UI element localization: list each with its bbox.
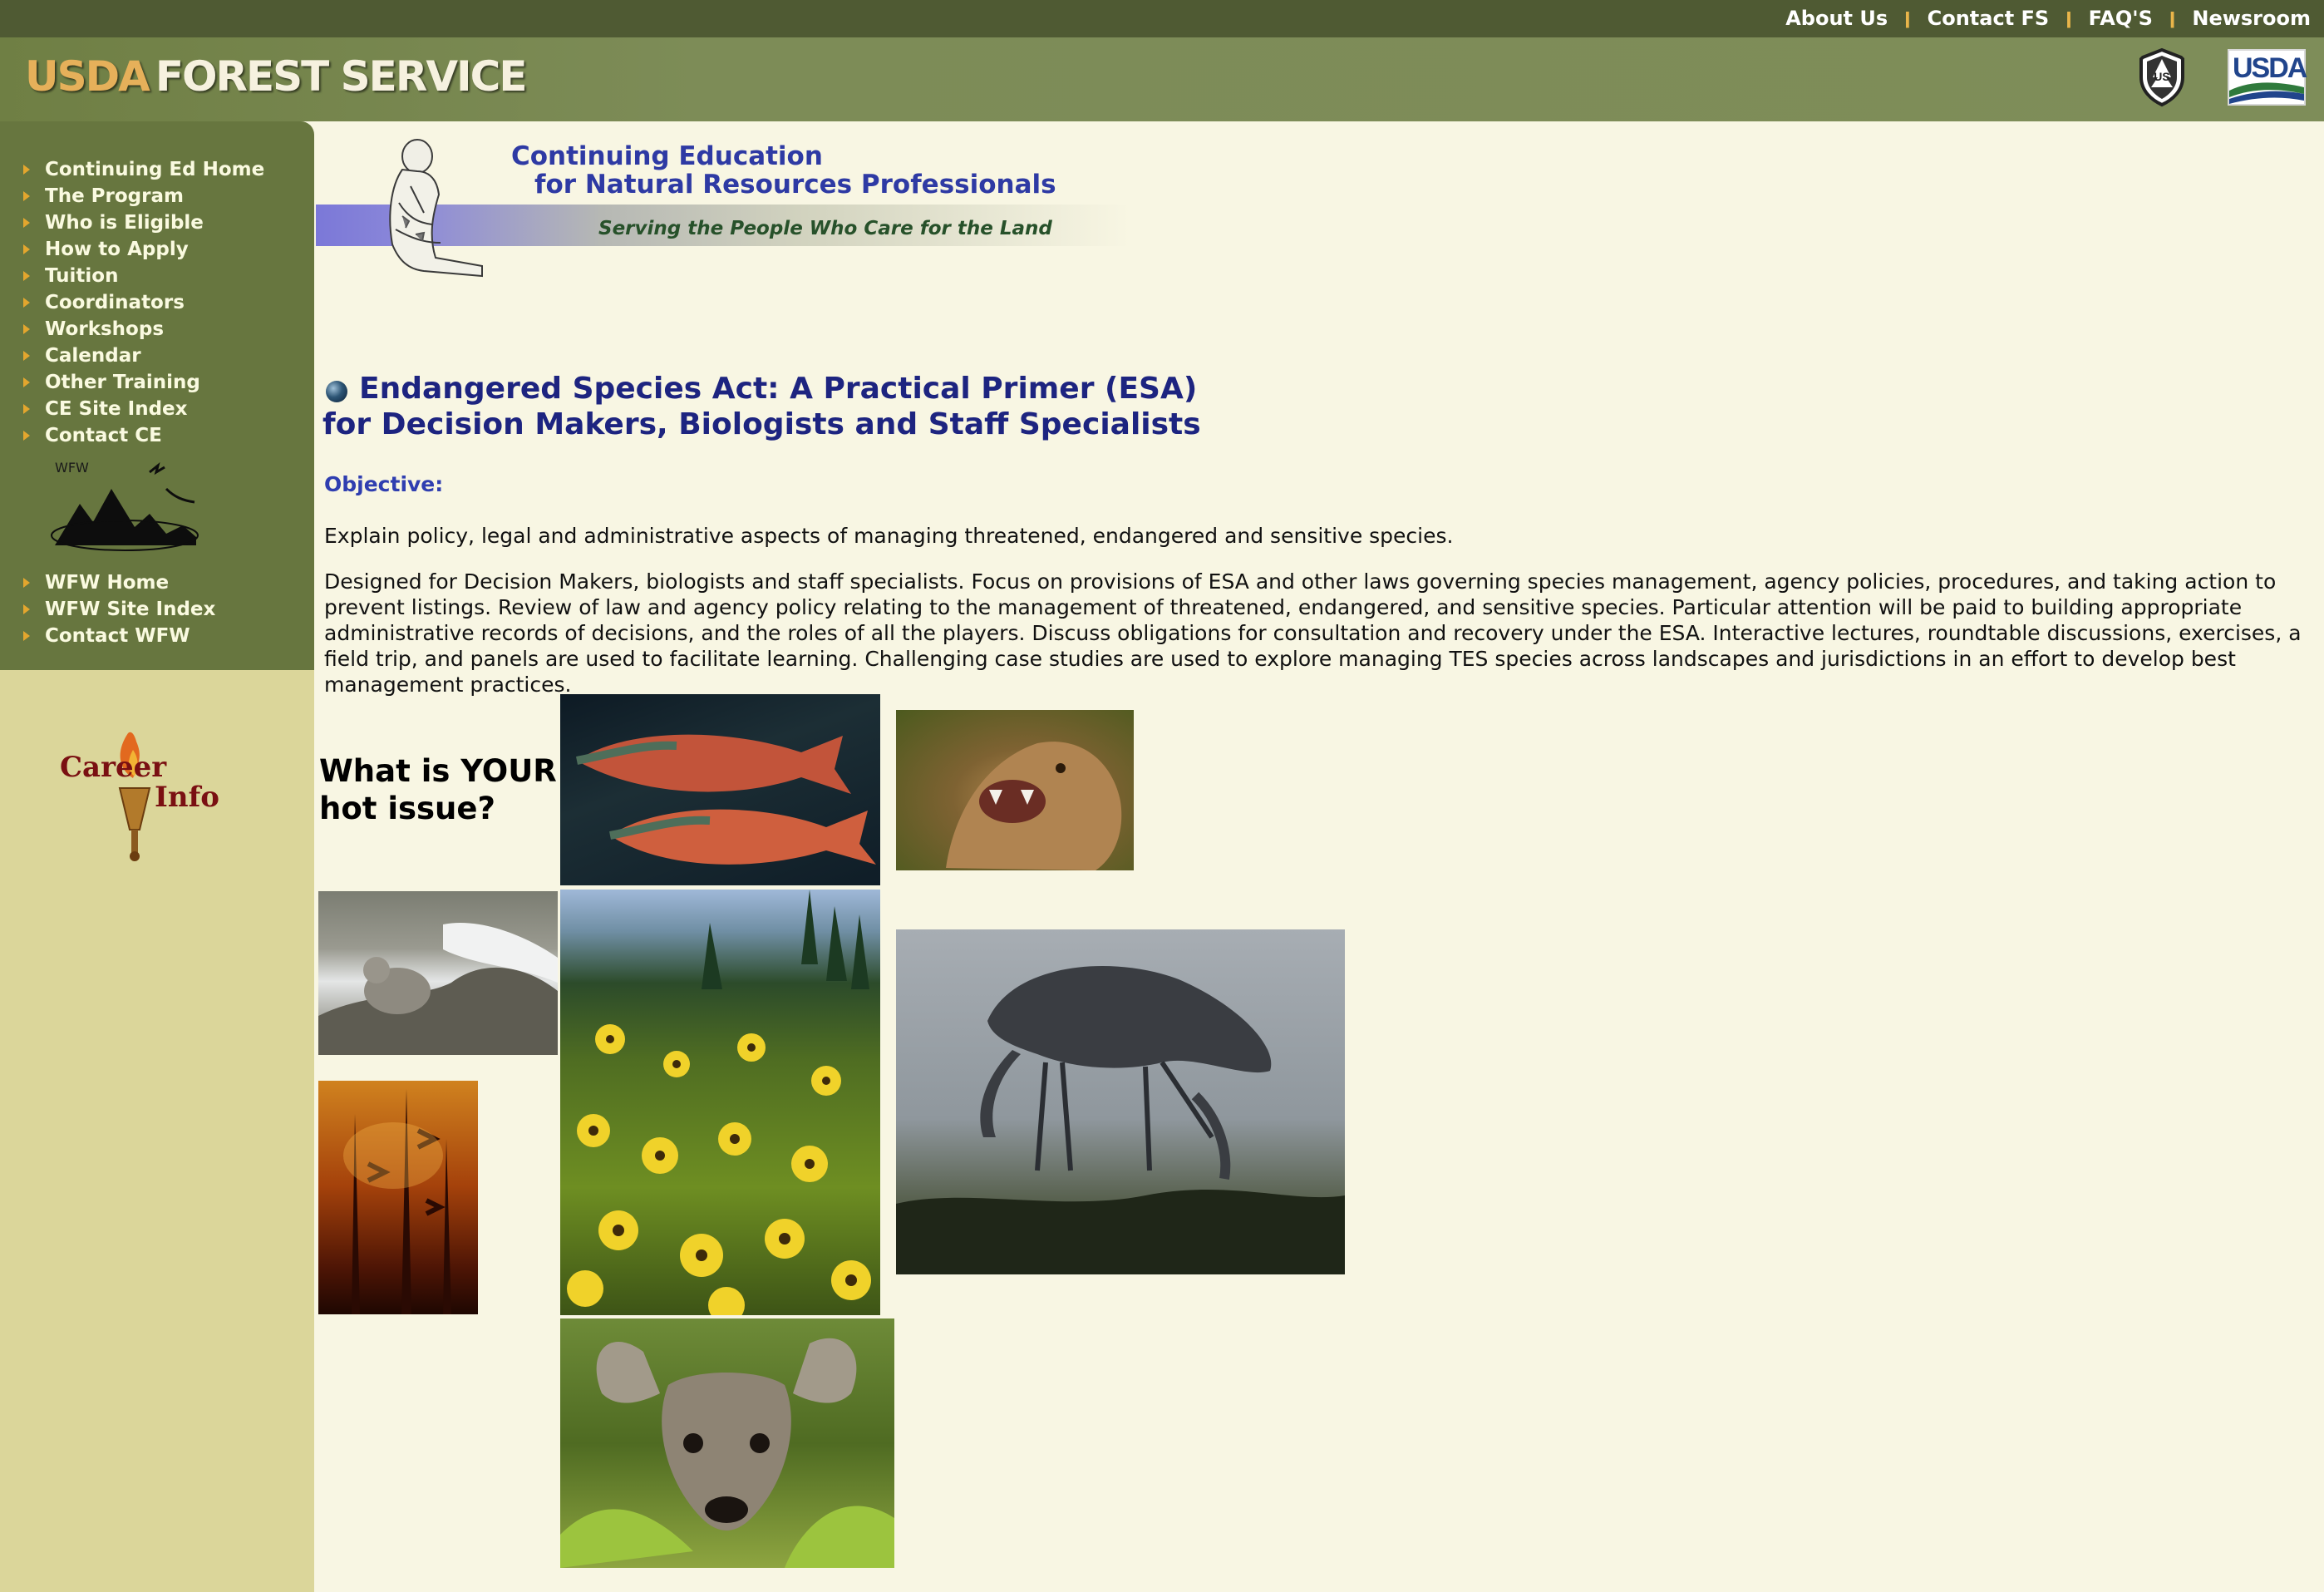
wfw-nav: WFW Home WFW Site Index Contact WFW (23, 569, 215, 649)
shield-text: US (2154, 70, 2169, 83)
logo-forest-service-text: FOREST SERVICE (155, 52, 528, 101)
objective-text: Explain policy, legal and administrative… (324, 524, 1454, 548)
sunflowers-image (567, 890, 871, 1315)
career-info-logo[interactable]: Career Info (57, 720, 239, 870)
fire-image (343, 1089, 451, 1314)
arrow-icon (23, 431, 30, 441)
course-description: Designed for Decision Makers, biologists… (324, 569, 2302, 697)
nav-item-wfw-home[interactable]: WFW Home (23, 569, 215, 596)
seated-figure-illustration (389, 139, 483, 278)
nav-item-how-to-apply[interactable]: How to Apply (23, 236, 264, 263)
sunflowers-photo (560, 890, 880, 1315)
sandhill-crane-photo (896, 929, 1345, 1274)
arrow-icon (23, 377, 30, 387)
forest-fire-photo (318, 1081, 478, 1314)
cougar-image (946, 742, 1122, 870)
separator: ǀ (1904, 8, 1911, 28)
nav-item-who-is-eligible[interactable]: Who is Eligible (23, 209, 264, 236)
salmon-photo (560, 694, 880, 885)
nav-item-contact-ce[interactable]: Contact CE (23, 422, 264, 449)
hot-issue-line2: hot issue? (319, 791, 495, 826)
nav-item-ce-site-index[interactable]: CE Site Index (23, 396, 264, 422)
nav-item-workshops[interactable]: Workshops (23, 316, 264, 343)
wfw-logo-text: WFW (55, 460, 89, 476)
arrow-icon (23, 604, 30, 614)
nav-item-other-training[interactable]: Other Training (23, 369, 264, 396)
nav-item-coordinators[interactable]: Coordinators (23, 289, 264, 316)
usda-hills-icon (2229, 82, 2304, 104)
arrow-icon (23, 578, 30, 588)
top-links: About Us ǀ Contact FS ǀ FAQ'S ǀ Newsroom (1785, 3, 2311, 33)
usda-badge[interactable]: USDA (2228, 49, 2307, 106)
about-us-link[interactable]: About Us (1785, 7, 1888, 30)
logo-usda-text: USDA (25, 52, 150, 101)
banner-title-line2: for Natural Resources Professionals (534, 170, 1056, 200)
newsroom-link[interactable]: Newsroom (2192, 7, 2311, 30)
nav-item-wfw-site-index[interactable]: WFW Site Index (23, 596, 215, 623)
banner-title-line1: Continuing Education (511, 141, 823, 171)
nav-link[interactable]: WFW Home (45, 569, 169, 596)
nav-link[interactable]: The Program (45, 183, 184, 209)
career-text: Career (60, 751, 167, 784)
arrow-icon (23, 351, 30, 361)
top-utility-bar: About Us ǀ Contact FS ǀ FAQ'S ǀ Newsroom (0, 0, 2324, 37)
forest-service-shield-icon[interactable]: US (2134, 47, 2189, 107)
arrow-icon (23, 271, 30, 281)
lynx-image (318, 923, 558, 1055)
faqs-link[interactable]: FAQ'S (2089, 7, 2153, 30)
cougar-photo (896, 710, 1134, 870)
contact-fs-link[interactable]: Contact FS (1928, 7, 2050, 30)
arrow-icon (23, 191, 30, 201)
nav-link[interactable]: WFW Site Index (45, 596, 215, 623)
course-title-line2: for Decision Makers, Biologists and Staf… (323, 407, 1201, 441)
wfw-logo[interactable]: WFW (50, 456, 199, 554)
arrow-icon (23, 298, 30, 308)
continuing-ed-nav: Continuing Ed Home The Program Who is El… (23, 156, 264, 449)
arrow-icon (23, 404, 30, 414)
nav-link[interactable]: Who is Eligible (45, 209, 204, 236)
nav-link[interactable]: Contact CE (45, 422, 162, 449)
course-title-line1: Endangered Species Act: A Practical Prim… (359, 372, 1198, 406)
arrow-icon (23, 218, 30, 228)
deer-image (560, 1338, 894, 1568)
nav-link[interactable]: Tuition (45, 263, 118, 289)
nav-link[interactable]: Other Training (45, 369, 200, 396)
hot-issue-line1: What is YOUR (319, 753, 557, 789)
nav-link[interactable]: Coordinators (45, 289, 185, 316)
nav-link[interactable]: Contact WFW (45, 623, 190, 649)
salmon-image (576, 734, 876, 865)
banner-tagline: Serving the People Who Care for the Land (598, 218, 1052, 239)
objective-label: Objective: (324, 472, 444, 496)
nav-item-calendar[interactable]: Calendar (23, 343, 264, 369)
usda-forest-service-logo[interactable]: USDA FOREST SERVICE (25, 52, 528, 101)
nav-item-the-program[interactable]: The Program (23, 183, 264, 209)
arrow-icon (23, 631, 30, 641)
arrow-icon (23, 244, 30, 254)
nav-link[interactable]: CE Site Index (45, 396, 187, 422)
separator: ǀ (2169, 8, 2176, 28)
lynx-photo (318, 891, 558, 1055)
nav-link[interactable]: Calendar (45, 343, 141, 369)
course-title: Endangered Species Act: A Practical Prim… (323, 371, 1320, 442)
crane-image (896, 966, 1345, 1274)
nav-item-continuing-ed-home[interactable]: Continuing Ed Home (23, 156, 264, 183)
arrow-icon (23, 324, 30, 334)
hot-issue-heading: What is YOUR hot issue? (319, 752, 557, 827)
nav-item-contact-wfw[interactable]: Contact WFW (23, 623, 215, 649)
nav-item-tuition[interactable]: Tuition (23, 263, 264, 289)
site-header: USDA FOREST SERVICE US USDA (0, 37, 2324, 121)
info-text: Info (155, 781, 219, 814)
deer-photo (560, 1318, 894, 1568)
arrow-icon (23, 165, 30, 175)
nav-link[interactable]: Workshops (45, 316, 164, 343)
continuing-education-banner: Continuing Education for Natural Resourc… (316, 121, 1139, 296)
nav-link[interactable]: How to Apply (45, 236, 189, 263)
separator: ǀ (2066, 8, 2072, 28)
nav-link[interactable]: Continuing Ed Home (45, 156, 264, 183)
